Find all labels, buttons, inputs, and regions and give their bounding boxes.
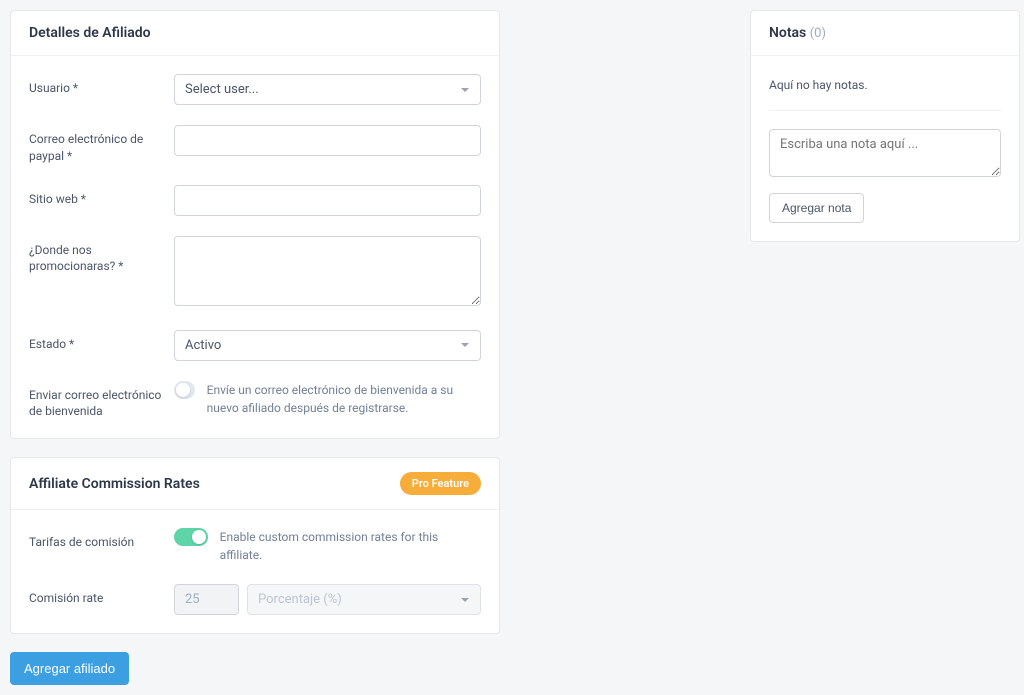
welcome-label: Enviar correo electrónico de bienvenida	[29, 381, 174, 421]
add-affiliate-button[interactable]: Agregar afiliado	[10, 652, 129, 685]
commission-rates-card: Affiliate Commission Rates Pro Feature T…	[10, 457, 500, 634]
welcome-toggle[interactable]	[174, 381, 195, 399]
paypal-label: Correo electrónico de paypal *	[29, 125, 174, 165]
affiliate-details-card: Detalles de Afiliado Usuario * Select us…	[10, 10, 500, 439]
status-select[interactable]: Activo	[174, 330, 481, 361]
promote-label: ¿Donde nos promocionaras? *	[29, 236, 174, 276]
card-title: Affiliate Commission Rates	[29, 476, 200, 492]
user-select[interactable]: Select user...	[174, 74, 481, 105]
note-textarea[interactable]	[769, 129, 1001, 177]
notes-card: Notas (0) Aquí no hay notas. Agregar not…	[750, 10, 1020, 242]
rate-label: Comisión rate	[29, 584, 174, 607]
paypal-input[interactable]	[174, 125, 481, 156]
notes-count: (0)	[810, 26, 826, 41]
card-title: Detalles de Afiliado	[29, 25, 151, 41]
rate-value-input[interactable]	[174, 584, 239, 615]
status-label: Estado *	[29, 330, 174, 353]
website-label: Sitio web *	[29, 185, 174, 208]
rate-type-select[interactable]: Porcentaje (%)	[247, 584, 481, 615]
add-note-button[interactable]: Agregar nota	[769, 193, 864, 223]
user-label: Usuario *	[29, 74, 174, 97]
card-title: Notas (0)	[769, 25, 826, 41]
notes-empty: Aquí no hay notas.	[769, 74, 1001, 110]
welcome-desc: Envíe un correo electrónico de bienvenid…	[207, 381, 481, 417]
website-input[interactable]	[174, 185, 481, 216]
notes-title: Notas	[769, 25, 806, 41]
rates-label: Tarifas de comisión	[29, 528, 174, 551]
enable-rates-desc: Enable custom commission rates for this …	[220, 528, 481, 564]
enable-rates-toggle[interactable]	[174, 528, 208, 546]
promote-textarea[interactable]	[174, 236, 481, 306]
pro-badge: Pro Feature	[400, 472, 481, 495]
